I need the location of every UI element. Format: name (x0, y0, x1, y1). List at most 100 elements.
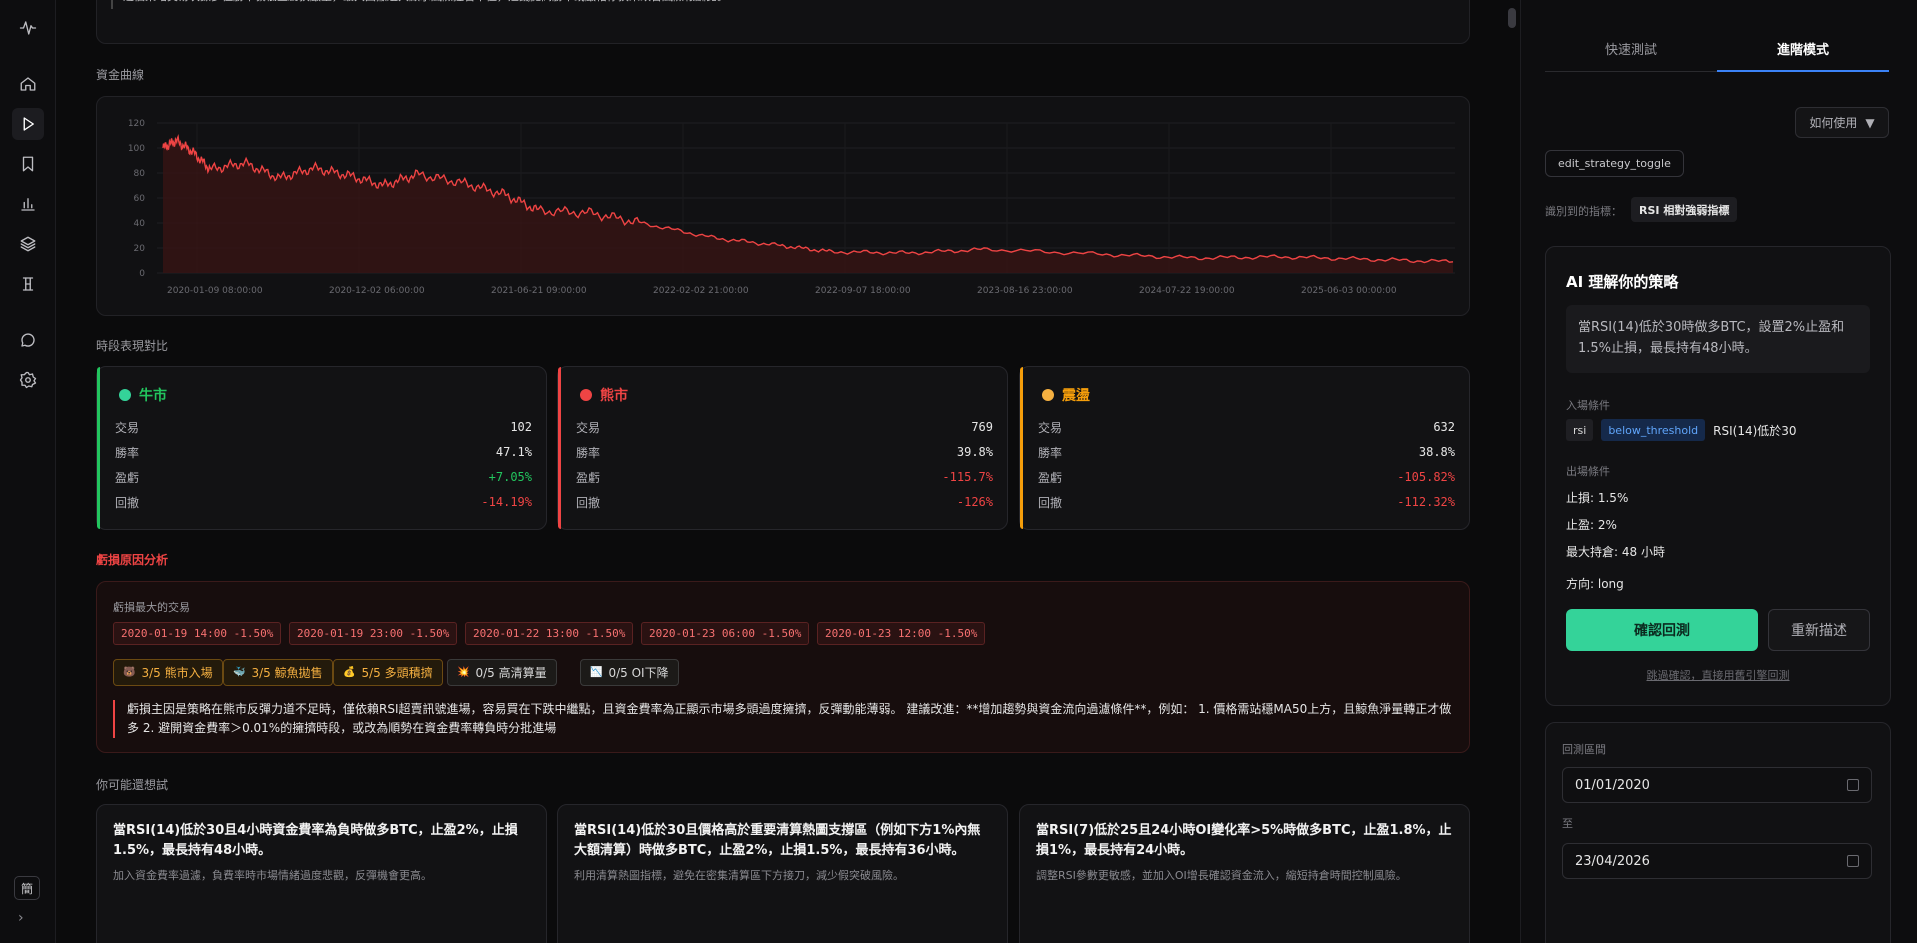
loss-factor-chip: 🐳 3/5 鯨魚拋售 (223, 659, 333, 686)
stat-value: 38.8% (1418, 445, 1455, 459)
regime-stat-row: 回撤 -112.32% (1038, 492, 1455, 512)
x-tick-label: 2024-07-22 19:00:00 (1139, 286, 1235, 296)
worst-trade-chip[interactable]: 2020-01-19 23:00 -1.50% (289, 622, 458, 645)
regime-stat-row: 回撤 -126% (576, 492, 993, 512)
stat-value: 632 (1433, 420, 1455, 434)
y-tick-label: 0 (139, 269, 145, 279)
stat-value: 47.1% (495, 445, 532, 459)
ai-summary: 當RSI(14)低於30時做多BTC，設置2%止盈和1.5%止損，最長持有48小… (1566, 305, 1870, 373)
factor-emoji-icon: 💥 (457, 667, 470, 678)
worst-trade-chip[interactable]: 2020-01-23 06:00 -1.50% (641, 622, 810, 645)
how-to-use-dropdown[interactable]: 如何使用 ▼ (1795, 107, 1889, 138)
tab-quick-test[interactable]: 快速測試 (1545, 34, 1717, 72)
worst-trade-chip[interactable]: 2020-01-23 12:00 -1.50% (817, 622, 986, 645)
suggestion-desc: 利用清算熱圖指標，避免在密集清算區下方接刀，減少假突破風險。 (574, 869, 904, 882)
y-tick-label: 60 (134, 194, 146, 204)
language-toggle-button[interactable]: 簡 (14, 876, 40, 900)
layers-icon[interactable] (12, 228, 44, 260)
calendar-icon[interactable] (1847, 855, 1859, 867)
main-scrollbar[interactable] (1508, 8, 1516, 28)
settings-gear-icon[interactable] (12, 364, 44, 396)
how-to-use-label: 如何使用 (1809, 116, 1858, 130)
calendar-icon[interactable] (1847, 779, 1859, 791)
loss-factor-chip: 📉 0/5 OI下降 (580, 659, 679, 686)
regime-name: 牛市 (139, 388, 167, 404)
stat-key: 盈虧 (115, 470, 140, 485)
stat-key: 交易 (1038, 420, 1063, 435)
confirm-backtest-button[interactable]: 確認回測 (1566, 609, 1758, 651)
indicator-tag: rsi (1566, 419, 1594, 441)
stat-value: +7.05% (488, 470, 532, 484)
stat-value: 102 (510, 420, 532, 434)
edit-strategy-toggle[interactable]: edit_strategy_toggle (1545, 150, 1684, 177)
suggestion-card[interactable]: 當RSI(14)低於30且4小時資金費率為負時做多BTC，止盈2%，止損1.5%… (96, 804, 547, 943)
suggestion-card[interactable]: 當RSI(14)低於30且價格高於重要清算熱圖支撐區（例如下方1%內無大額清算）… (557, 804, 1008, 943)
regime-stat-row: 交易 769 (576, 417, 993, 437)
detected-indicator-label: 識別到的指標： (1545, 205, 1622, 218)
regime-card-bull: 牛市交易 102 勝率 47.1% 盈虧 +7.05% 回撤 -14.19% (96, 366, 547, 530)
worst-trade-chip[interactable]: 2020-01-22 13:00 -1.50% (465, 622, 634, 645)
suggestion-desc: 調整RSI參數更敏感，並加入OI增長確認資金流入，縮短持倉時間控制風險。 (1036, 869, 1407, 882)
suggestion-desc: 加入資金費率過濾，負費率時市場情緒過度悲觀，反彈機會更高。 (113, 869, 432, 882)
regime-stat-row: 盈虧 +7.05% (115, 467, 532, 487)
stat-value: -112.32% (1397, 495, 1455, 509)
chat-icon[interactable] (12, 324, 44, 356)
regime-stat-row: 交易 632 (1038, 417, 1455, 437)
stat-value: -14.19% (481, 495, 532, 509)
factor-emoji-icon: 🐻 (123, 667, 136, 678)
backtest-range-card: 回測區間 01/01/2020 至 23/04/2026 (1545, 722, 1891, 943)
loss-analysis-card: 虧損最大的交易 2020-01-19 14:00 -1.50% 2020-01-1… (96, 581, 1470, 753)
suggestion-title: 當RSI(7)低於25且24小時OI變化率>5%時做多BTC，止盈1.8%，止損… (1036, 823, 1452, 858)
stat-key: 交易 (115, 420, 140, 435)
start-date-input[interactable]: 01/01/2020 (1562, 767, 1872, 803)
skip-confirm-link[interactable]: 跳過確認，直接用舊引擎回測 (1546, 667, 1890, 683)
regime-card-range: 震盪 交易 632 勝率 38.8% 盈虧 -105.82% 回撤 -112.32% (1019, 366, 1470, 530)
stat-key: 勝率 (576, 445, 601, 460)
equity-chart: 0 20 40 60 80 100 120 2020-01-09 08:00:00 2020-1… (128, 119, 1455, 296)
home-icon[interactable] (12, 68, 44, 100)
stat-key: 勝率 (115, 445, 140, 460)
stat-key: 回撤 (576, 495, 601, 510)
pulse-logo-icon[interactable] (12, 12, 44, 44)
stat-key: 回撤 (115, 495, 140, 510)
stat-key: 盈虧 (1038, 470, 1063, 485)
y-tick-label: 100 (128, 144, 145, 154)
stat-key: 交易 (576, 420, 601, 435)
loss-factor-chip: 🐻 3/5 熊市入場 (113, 659, 223, 686)
sidebar: 簡 › (0, 0, 56, 943)
regime-title: 熊市 (580, 385, 628, 405)
stop-loss-value: 止損: 1.5% (1566, 491, 1629, 505)
equity-area (163, 136, 1453, 273)
regime-dot-icon (119, 389, 131, 401)
worst-trade-chip[interactable]: 2020-01-19 14:00 -1.50% (113, 622, 282, 645)
max-hold-value: 最大持倉: 48 小時 (1566, 545, 1665, 559)
exit-conditions-label: 出場條件 (1566, 465, 1610, 478)
redescribe-button[interactable]: 重新描述 (1768, 609, 1870, 651)
regime-stat-row: 勝率 38.8% (1038, 442, 1455, 462)
strategy-verdict-card: 這個策略交易次數多但勝率偏低且虧損嚴重，最大回撤過大顯示風險控管不佳，建議提高勝… (96, 0, 1470, 44)
play-backtest-icon[interactable] (12, 108, 44, 140)
flask-icon[interactable] (12, 268, 44, 300)
factor-text: 3/5 鯨魚拋售 (251, 666, 323, 680)
expand-sidebar-chevron-icon[interactable]: › (18, 910, 24, 926)
regime-name: 熊市 (600, 388, 628, 404)
ai-understanding-card: AI 理解你的策略 當RSI(14)低於30時做多BTC，設置2%止盈和1.5%… (1545, 246, 1891, 706)
suggestion-card[interactable]: 當RSI(7)低於25且24小時OI變化率>5%時做多BTC，止盈1.8%，止損… (1019, 804, 1470, 943)
factor-text: 0/5 OI下降 (608, 666, 669, 680)
bar-chart-icon[interactable] (12, 188, 44, 220)
stat-value: 769 (971, 420, 993, 434)
suggestions-title: 你可能還想試 (96, 778, 169, 792)
regime-stat-row: 盈虧 -105.82% (1038, 467, 1455, 487)
regime-stat-row: 盈虧 -115.7% (576, 467, 993, 487)
suggestion-title: 當RSI(14)低於30且4小時資金費率為負時做多BTC，止盈2%，止損1.5%… (113, 823, 518, 858)
y-tick-label: 20 (134, 244, 146, 254)
regime-dot-icon (580, 389, 592, 401)
suggestion-title: 當RSI(14)低於30且價格高於重要清算熱圖支撐區（例如下方1%內無大額清算）… (574, 823, 981, 858)
strategy-panel: 快速測試 進階模式 如何使用 ▼ edit_strategy_toggle 識別… (1520, 0, 1917, 943)
direction-value: 方向: long (1566, 577, 1624, 591)
loss-factor-chip: 💰 5/5 多頭積擠 (333, 659, 443, 686)
loss-factor-chip: 💥 0/5 高清算量 (447, 659, 557, 686)
tab-advanced-mode[interactable]: 進階模式 (1717, 34, 1889, 72)
bookmark-icon[interactable] (12, 148, 44, 180)
end-date-input[interactable]: 23/04/2026 (1562, 843, 1872, 879)
